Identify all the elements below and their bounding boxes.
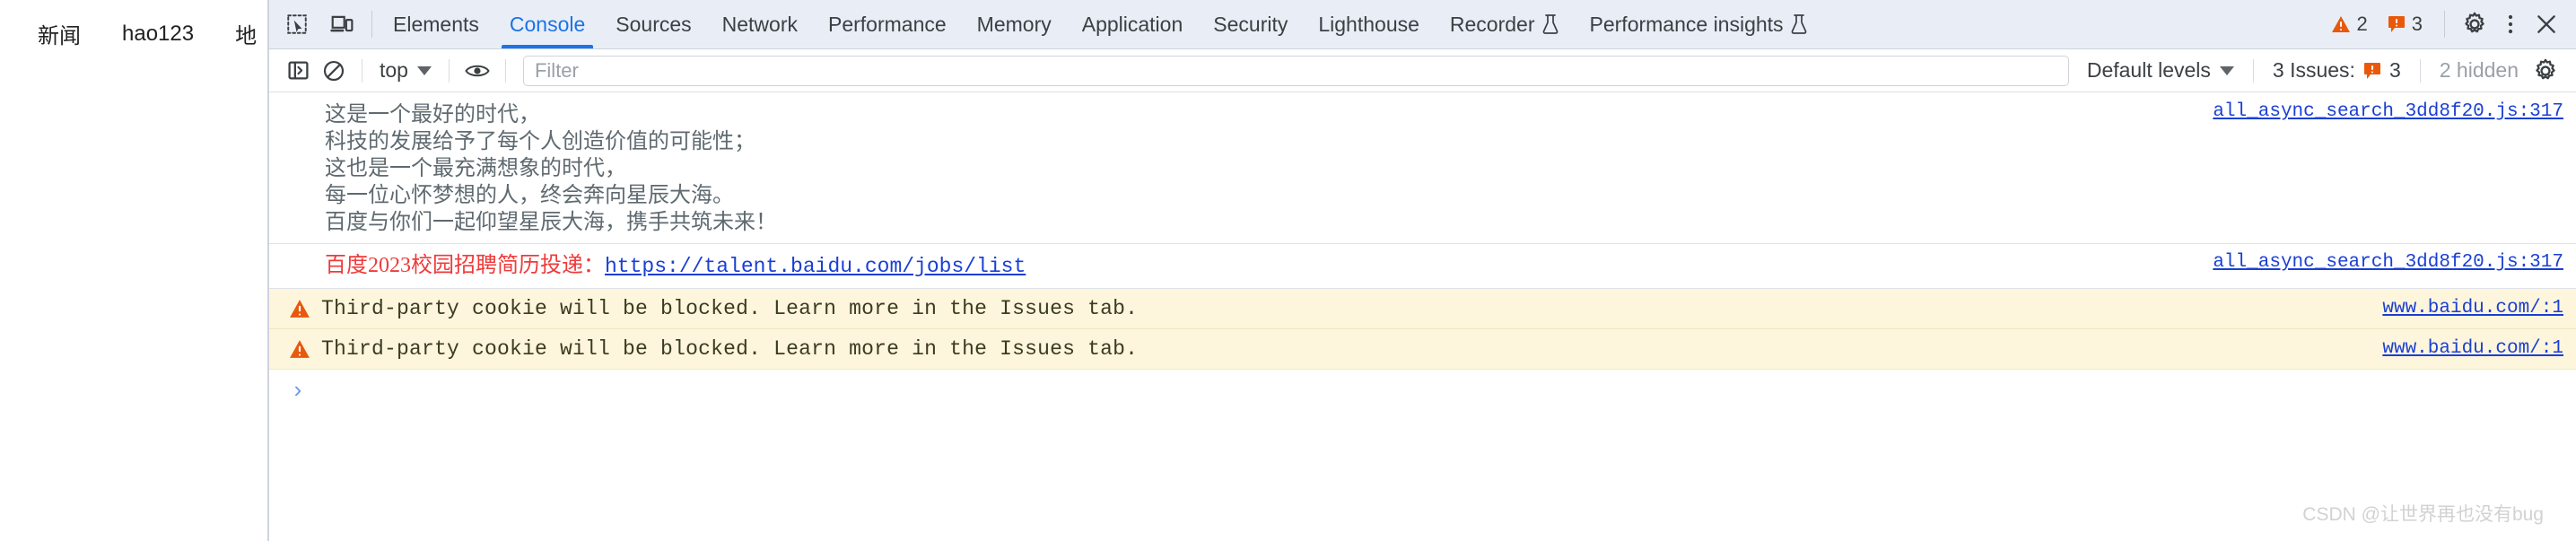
warning-count-badge[interactable]: 2 <box>2322 13 2377 36</box>
tab-security[interactable]: Security <box>1198 0 1303 48</box>
issues-count: 3 <box>2388 58 2401 82</box>
console-filter-toolbar: top Default levels 3 Issues: <box>269 49 2576 92</box>
console-message-warning[interactable]: Third-party cookie will be blocked. Lear… <box>269 329 2576 370</box>
tab-sources[interactable]: Sources <box>600 0 706 48</box>
tab-performance-insights-label: Performance insights <box>1589 12 1784 36</box>
devtools-window: Elements Console Sources Network Perform… <box>267 0 2576 541</box>
warning-triangle-icon <box>290 300 310 318</box>
experiment-flask-icon <box>1790 13 1808 35</box>
console-message-source[interactable]: www.baidu.com/:1 <box>2382 338 2563 359</box>
console-message-log[interactable]: 百度2023校园招聘简历投递：https://talent.baidu.com/… <box>269 244 2576 289</box>
kebab-menu-icon[interactable] <box>2493 7 2528 41</box>
prompt-chevron-icon: › <box>291 378 305 405</box>
hidden-messages-label[interactable]: 2 hidden <box>2431 58 2528 83</box>
experiment-flask-icon <box>1541 13 1559 35</box>
console-message-text: Third-party cookie will be blocked. Lear… <box>321 297 1139 320</box>
console-message-source[interactable]: all_async_search_3dd8f20.js:317 <box>2213 101 2563 122</box>
console-message-log[interactable]: 这是一个最好的时代， 科技的发展给予了每个人创造价值的可能性； 这也是一个最充满… <box>269 92 2576 244</box>
tab-performance-label: Performance <box>828 12 947 36</box>
device-toolbar-icon[interactable] <box>327 9 357 39</box>
tab-security-label: Security <box>1213 12 1288 36</box>
screenshot-root: 新闻 hao123 地 Elements Console Sources Net… <box>0 0 2576 541</box>
filterbar-divider <box>504 58 506 83</box>
tab-memory-label: Memory <box>976 12 1052 36</box>
console-message-source[interactable]: www.baidu.com/:1 <box>2382 298 2563 318</box>
issues-summary[interactable]: 3 Issues: 3 <box>2264 58 2410 83</box>
console-message-text: 百度2023校园招聘简历投递：https://talent.baidu.com/… <box>325 252 1026 280</box>
tab-performance[interactable]: Performance <box>813 0 962 48</box>
warning-triangle-icon <box>290 340 310 358</box>
filterbar-divider <box>448 58 450 83</box>
tab-console-label: Console <box>509 12 586 36</box>
tab-application[interactable]: Application <box>1067 0 1199 48</box>
console-message-list[interactable]: 这是一个最好的时代， 科技的发展给予了每个人创造价值的可能性； 这也是一个最充满… <box>269 92 2576 541</box>
gear-icon[interactable] <box>2528 53 2563 89</box>
console-prompt-input[interactable] <box>305 380 2576 403</box>
warning-count: 2 <box>2356 13 2368 35</box>
issue-count-badge[interactable]: 3 <box>2379 13 2432 36</box>
console-message-text: 这是一个最好的时代， 科技的发展给予了每个人创造价值的可能性； 这也是一个最充满… <box>325 103 777 234</box>
tab-recorder-label: Recorder <box>1449 12 1535 36</box>
toolbar-divider <box>2444 11 2445 38</box>
clear-console-icon[interactable] <box>316 53 352 89</box>
issue-count: 3 <box>2411 13 2423 35</box>
nav-item-hao123[interactable]: hao123 <box>122 22 194 47</box>
devtools-tabbar: Elements Console Sources Network Perform… <box>269 0 2576 49</box>
execution-context-selector[interactable]: top <box>372 58 439 83</box>
inspect-element-icon[interactable] <box>282 9 312 39</box>
issue-icon <box>2388 16 2405 32</box>
tab-performance-insights[interactable]: Performance insights <box>1575 0 1823 48</box>
underlying-page: 新闻 hao123 地 <box>0 0 269 541</box>
eye-icon[interactable] <box>459 53 495 89</box>
console-message-warning[interactable]: Third-party cookie will be blocked. Lear… <box>269 289 2576 329</box>
filter-input[interactable] <box>522 55 2069 86</box>
tab-elements-label: Elements <box>393 12 479 36</box>
issues-label: 3 Issues: <box>2272 58 2355 82</box>
tab-sources-label: Sources <box>616 12 692 36</box>
nav-item-map[interactable]: 地 <box>235 18 257 49</box>
tab-elements[interactable]: Elements <box>378 0 494 48</box>
tab-lighthouse[interactable]: Lighthouse <box>1303 0 1435 48</box>
console-prompt[interactable]: › <box>269 370 2576 403</box>
baidu-top-nav: 新闻 hao123 地 <box>38 18 257 49</box>
console-message-text: Third-party cookie will be blocked. Lear… <box>321 337 1139 361</box>
issue-icon <box>2363 62 2380 79</box>
console-sidebar-icon[interactable] <box>280 53 316 89</box>
tab-application-label: Application <box>1081 12 1183 36</box>
log-levels-value: Default levels <box>2086 58 2211 82</box>
devtools-toolbar-right: 2 3 <box>2322 0 2576 48</box>
nav-item-news[interactable]: 新闻 <box>38 18 81 49</box>
devtools-toolbar-icons <box>269 0 366 48</box>
tab-network[interactable]: Network <box>707 0 813 48</box>
tab-lighthouse-label: Lighthouse <box>1318 12 1419 36</box>
filterbar-divider <box>2252 58 2254 83</box>
tab-memory[interactable]: Memory <box>962 0 1067 48</box>
tab-console[interactable]: Console <box>494 0 600 48</box>
execution-context-value: top <box>380 58 408 82</box>
chevron-down-icon <box>416 65 432 75</box>
chevron-down-icon <box>2219 65 2234 75</box>
tab-network-label: Network <box>721 12 798 36</box>
toolbar-divider <box>371 11 372 38</box>
gear-icon[interactable] <box>2458 7 2492 41</box>
tab-recorder[interactable]: Recorder <box>1435 0 1575 48</box>
console-message-link[interactable]: https://talent.baidu.com/jobs/list <box>605 255 1026 278</box>
filterbar-divider <box>2419 58 2421 83</box>
log-levels-selector[interactable]: Default levels <box>2078 58 2243 83</box>
console-message-prefix: 百度2023校园招聘简历投递： <box>325 254 605 277</box>
close-icon[interactable] <box>2529 7 2563 41</box>
warning-triangle-icon <box>2331 16 2350 32</box>
console-message-source[interactable]: all_async_search_3dd8f20.js:317 <box>2213 252 2563 273</box>
devtools-tabs: Elements Console Sources Network Perform… <box>378 0 1823 48</box>
watermark: CSDN @让世界再也没有bug <box>2302 504 2544 525</box>
